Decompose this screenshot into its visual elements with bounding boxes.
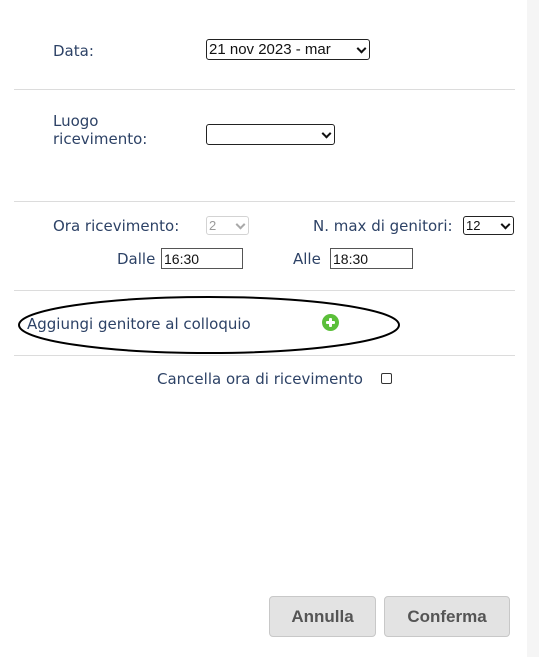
ora-ricevimento-value: 2 bbox=[209, 218, 217, 233]
alle-label: Alle bbox=[293, 250, 321, 268]
aggiungi-genitore-link[interactable]: Aggiungi genitore al colloquio bbox=[27, 315, 251, 333]
plus-circle-icon[interactable] bbox=[322, 314, 339, 331]
dalle-label: Dalle bbox=[117, 250, 156, 268]
divider bbox=[14, 201, 515, 202]
data-label: Data: bbox=[53, 42, 94, 60]
luogo-select[interactable] bbox=[206, 124, 335, 145]
data-select-value: 21 nov 2023 - mar bbox=[209, 41, 331, 58]
chevron-down-icon bbox=[500, 219, 511, 230]
dalle-input[interactable] bbox=[161, 248, 243, 269]
max-genitori-label: N. max di genitori: bbox=[313, 217, 453, 235]
data-select[interactable]: 21 nov 2023 - mar bbox=[206, 39, 370, 60]
cancella-checkbox[interactable] bbox=[381, 373, 392, 384]
luogo-label: Luogo ricevimento: bbox=[53, 112, 148, 148]
annulla-button[interactable]: Annulla bbox=[269, 596, 376, 637]
cancella-label: Cancella ora di ricevimento bbox=[157, 370, 363, 388]
divider bbox=[14, 355, 515, 356]
divider bbox=[14, 89, 515, 90]
max-genitori-select[interactable]: 12 bbox=[463, 216, 514, 235]
chevron-down-icon bbox=[235, 219, 246, 230]
ora-ricevimento-label: Ora ricevimento: bbox=[53, 217, 180, 235]
conferma-button[interactable]: Conferma bbox=[384, 596, 510, 637]
alle-input[interactable] bbox=[330, 248, 413, 269]
chevron-down-icon bbox=[321, 128, 332, 139]
chevron-down-icon bbox=[356, 43, 367, 54]
max-genitori-value: 12 bbox=[466, 218, 481, 233]
scrollbar-track[interactable] bbox=[527, 0, 539, 657]
ora-ricevimento-select[interactable]: 2 bbox=[206, 216, 249, 235]
divider bbox=[14, 290, 515, 291]
